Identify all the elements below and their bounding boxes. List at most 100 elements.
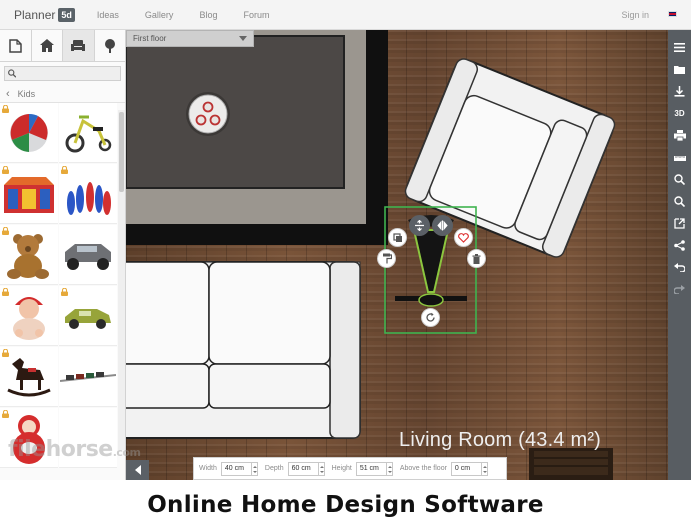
catalog-item-beach-ball[interactable] bbox=[0, 103, 58, 163]
catalog-tabs bbox=[0, 30, 125, 62]
scrollbar-thumb[interactable] bbox=[119, 112, 124, 192]
catalog-grid bbox=[0, 103, 125, 468]
above-floor-input[interactable]: 0 cm bbox=[450, 461, 482, 476]
floor-selector-value: First floor bbox=[133, 34, 167, 43]
depth-input[interactable]: 60 cm bbox=[287, 461, 319, 476]
floor-selector[interactable]: First floor bbox=[126, 30, 254, 47]
collapse-panel-button[interactable] bbox=[126, 460, 149, 480]
baby-doll-icon bbox=[13, 296, 45, 340]
watermark: filehorse.com bbox=[8, 437, 141, 462]
catalog-panel: ‹ Kids bbox=[0, 30, 126, 480]
measure-button[interactable] bbox=[668, 146, 691, 168]
catalog-item-rocking-horse[interactable] bbox=[0, 347, 58, 407]
catalog-item-bowling-pins[interactable] bbox=[59, 164, 117, 224]
lock-icon bbox=[2, 349, 9, 357]
beach-ball-icon bbox=[10, 113, 48, 152]
undo-button[interactable] bbox=[668, 256, 691, 278]
handle-copy[interactable] bbox=[388, 228, 407, 247]
dimension-bar: Width 40 cm Depth 60 cm Height 51 cm Abo… bbox=[193, 457, 507, 480]
height-input[interactable]: 51 cm bbox=[355, 461, 387, 476]
catalog-item-toy-truck[interactable] bbox=[59, 225, 117, 285]
ruler-icon bbox=[673, 155, 686, 161]
share-button[interactable] bbox=[668, 234, 691, 256]
lock-icon bbox=[2, 410, 9, 418]
paint-roller-icon bbox=[382, 253, 392, 264]
category-breadcrumb[interactable]: ‹ Kids bbox=[0, 85, 125, 103]
app-window: Planner 5d Ideas Gallery Blog Forum Sign… bbox=[0, 0, 691, 480]
catalog-scrollbar[interactable] bbox=[118, 110, 125, 450]
print-button[interactable] bbox=[668, 124, 691, 146]
zoom-in-button[interactable] bbox=[668, 168, 691, 190]
undo-icon bbox=[674, 262, 685, 272]
nav-link-forum[interactable]: Forum bbox=[243, 10, 269, 20]
redo-icon bbox=[674, 284, 685, 294]
play-house-icon bbox=[4, 176, 54, 213]
open-project-button[interactable] bbox=[668, 58, 691, 80]
lock-icon bbox=[2, 227, 9, 235]
handle-rotate[interactable] bbox=[421, 308, 440, 327]
menu-button[interactable] bbox=[668, 36, 691, 58]
zoom-out-icon bbox=[674, 195, 685, 207]
folder-icon bbox=[674, 65, 685, 74]
nav-link-ideas[interactable]: Ideas bbox=[97, 10, 119, 20]
language-flag-icon[interactable] bbox=[668, 11, 677, 17]
depth-stepper[interactable] bbox=[318, 461, 325, 476]
3d-view-button[interactable]: 3D bbox=[668, 102, 691, 124]
sign-in-link[interactable]: Sign in bbox=[621, 10, 649, 20]
heart-icon bbox=[458, 232, 469, 243]
sofa bbox=[126, 261, 361, 439]
logo[interactable]: Planner 5d bbox=[14, 7, 75, 22]
catalog-item-baby-doll[interactable] bbox=[0, 286, 58, 346]
toy-car-icon bbox=[65, 308, 111, 329]
catalog-item-tricycle[interactable] bbox=[59, 103, 117, 163]
fullscreen-icon bbox=[674, 217, 685, 229]
nav-link-gallery[interactable]: Gallery bbox=[145, 10, 174, 20]
redo-button[interactable] bbox=[668, 278, 691, 300]
ceiling-lamp bbox=[186, 92, 230, 136]
catalog-item-toy-car[interactable] bbox=[59, 286, 117, 346]
catalog-item-toy-train[interactable] bbox=[59, 347, 117, 407]
bowling-pins-icon bbox=[67, 181, 111, 215]
toy-truck-icon bbox=[65, 243, 111, 270]
floor-plan-canvas[interactable]: First floor Living Room (43.4 m²) bbox=[126, 30, 668, 480]
caption: Online Home Design Software bbox=[0, 482, 691, 528]
above-floor-stepper[interactable] bbox=[481, 461, 488, 476]
plan-drawing bbox=[126, 30, 616, 480]
tricycle-icon bbox=[65, 115, 112, 152]
search-input[interactable] bbox=[16, 67, 120, 80]
bench bbox=[529, 448, 613, 480]
handle-paint[interactable] bbox=[377, 249, 396, 268]
catalog-item-teddy-bear[interactable] bbox=[0, 225, 58, 285]
tab-rooms[interactable] bbox=[32, 30, 63, 61]
width-input[interactable]: 40 cm bbox=[220, 461, 252, 476]
lock-icon bbox=[61, 288, 68, 296]
lock-icon bbox=[61, 166, 68, 174]
tab-construction[interactable] bbox=[0, 30, 32, 61]
width-stepper[interactable] bbox=[251, 461, 258, 476]
depth-label: Depth bbox=[264, 465, 284, 472]
teddy-bear-icon bbox=[7, 233, 49, 279]
handle-delete[interactable] bbox=[467, 249, 486, 268]
menu-icon bbox=[674, 42, 685, 52]
height-stepper[interactable] bbox=[386, 461, 393, 476]
nav-link-blog[interactable]: Blog bbox=[199, 10, 217, 20]
share-icon bbox=[674, 239, 685, 251]
catalog-item-play-house[interactable] bbox=[0, 164, 58, 224]
tab-outdoor[interactable] bbox=[95, 30, 126, 61]
logo-text: Planner bbox=[14, 7, 56, 22]
download-button[interactable] bbox=[668, 80, 691, 102]
handle-mirror[interactable] bbox=[432, 215, 453, 236]
coffee-table bbox=[126, 35, 345, 189]
fullscreen-button[interactable] bbox=[668, 212, 691, 234]
handle-favorite[interactable] bbox=[454, 228, 473, 247]
nav-links: Ideas Gallery Blog Forum bbox=[97, 10, 296, 20]
catalog-search[interactable] bbox=[4, 66, 121, 81]
above-floor-label: Above the floor bbox=[399, 465, 447, 472]
handle-align[interactable] bbox=[409, 215, 430, 236]
rotate-icon bbox=[426, 312, 435, 322]
tab-furniture[interactable] bbox=[63, 30, 95, 61]
trash-icon bbox=[472, 253, 481, 264]
download-icon bbox=[674, 85, 685, 97]
zoom-out-button[interactable] bbox=[668, 190, 691, 212]
back-chevron-icon[interactable]: ‹ bbox=[6, 88, 10, 100]
